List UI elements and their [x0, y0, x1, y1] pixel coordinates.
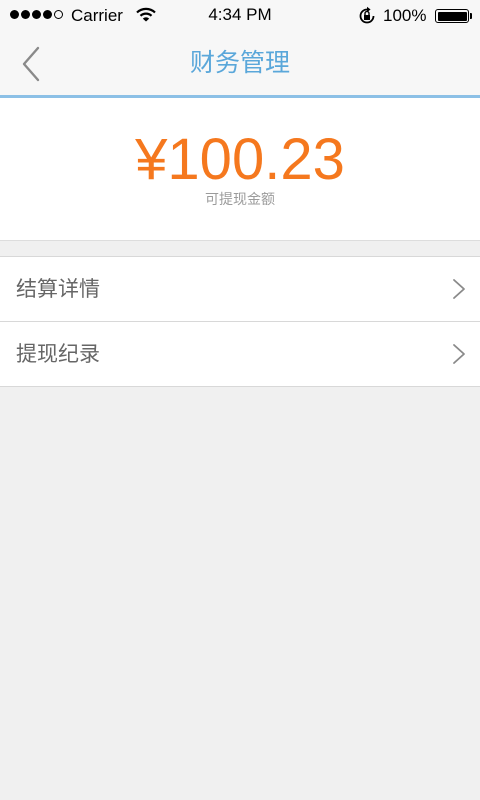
menu-item-withdrawal-records[interactable]: 提现纪录 [0, 321, 480, 386]
menu-item-label: 结算详情 [16, 277, 100, 301]
chevron-right-icon [453, 344, 465, 364]
status-bar: Carrier 4:34 PM 100% [0, 0, 480, 32]
battery-tip [470, 13, 472, 19]
menu-item-settlement-details[interactable]: 结算详情 [0, 257, 480, 321]
withdrawable-amount: ¥100.23 [135, 127, 345, 192]
rotation-lock-icon [357, 6, 377, 31]
battery-percentage: 100% [383, 6, 427, 25]
menu-item-label: 提现纪录 [16, 342, 100, 366]
battery-icon [435, 9, 469, 23]
menu-list: 结算详情 提现纪录 [0, 256, 480, 387]
chevron-right-icon [453, 279, 465, 299]
navigation-bar: 财务管理 [0, 32, 480, 98]
balance-panel: ¥100.23 可提现金额 [0, 98, 480, 241]
page-title: 财务管理 [189, 48, 290, 77]
screen: Carrier 4:34 PM 100% 财务管理 ¥100.23 可提现金额 … [0, 0, 480, 800]
withdrawable-amount-label: 可提现金额 [205, 192, 275, 208]
